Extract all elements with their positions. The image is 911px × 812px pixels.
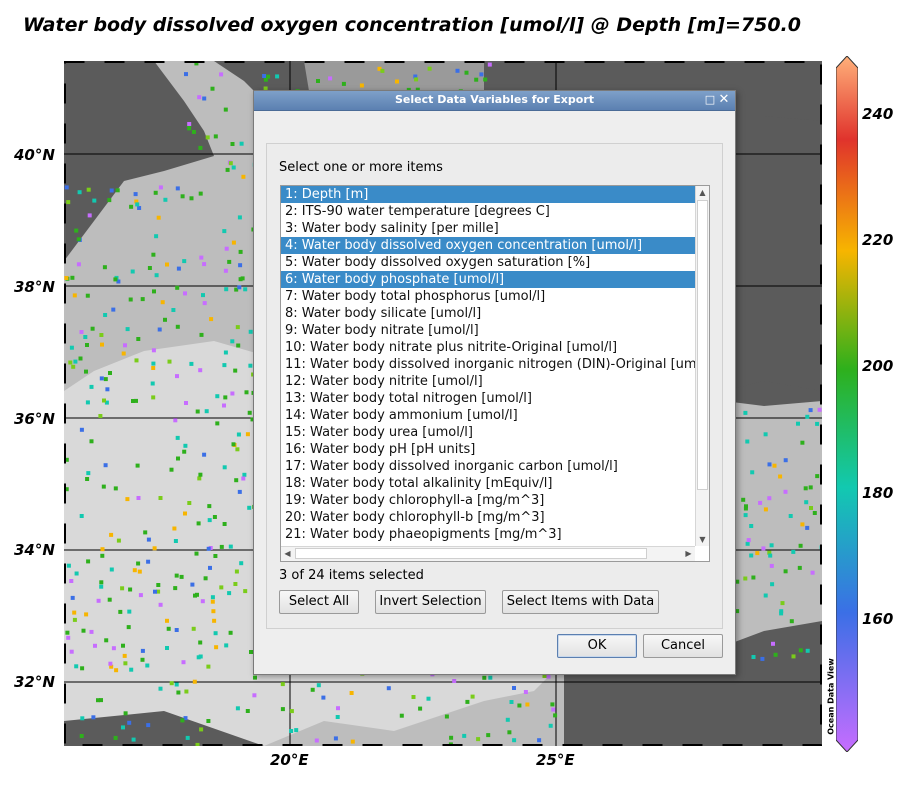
list-item[interactable]: 17: Water body dissolved inorganic carbo… [281, 458, 695, 475]
list-item[interactable]: 21: Water body phaeopigments [mg/m^3] [281, 526, 695, 543]
list-item[interactable]: 11: Water body dissolved inorganic nitro… [281, 356, 695, 373]
colorbar-tick-240: 240 [862, 105, 894, 123]
list-item[interactable]: 3: Water body salinity [per mille] [281, 220, 695, 237]
list-item[interactable]: 15: Water body urea [umol/l] [281, 424, 695, 441]
dialog-title: Select Data Variables for Export [394, 93, 595, 106]
horizontal-scroll-thumb[interactable] [295, 548, 647, 559]
dialog-titlebar[interactable]: Select Data Variables for Export □ ✕ [254, 91, 735, 111]
select-with-data-button[interactable]: Select Items with Data [502, 590, 659, 614]
lat-label-34n: 34°N [14, 541, 55, 559]
lat-label-38n: 38°N [14, 278, 55, 296]
list-item[interactable]: 8: Water body silicate [umol/l] [281, 305, 695, 322]
list-item[interactable]: 10: Water body nitrate plus nitrite-Orig… [281, 339, 695, 356]
cancel-button[interactable]: Cancel [643, 634, 723, 658]
scroll-up-icon[interactable]: ▲ [696, 186, 709, 199]
list-item[interactable]: 7: Water body total phosphorus [umol/l] [281, 288, 695, 305]
maximize-icon[interactable]: □ [704, 94, 716, 106]
lat-label-36n: 36°N [14, 410, 55, 428]
list-items: 1: Depth [m] 2: ITS-90 water temperature… [281, 186, 695, 546]
lon-label-20e: 20°E [270, 751, 309, 769]
lon-label-25e: 25°E [536, 751, 575, 769]
lat-label-32n: 32°N [14, 673, 55, 691]
colorbar-tick-200: 200 [862, 357, 894, 375]
vertical-scrollbar[interactable]: ▲ ▼ [695, 186, 709, 546]
list-item[interactable]: 1: Depth [m] [281, 186, 695, 203]
scroll-right-icon[interactable]: ▶ [682, 547, 695, 560]
colorbar-tick-180: 180 [862, 484, 894, 502]
lat-label-40n: 40°N [14, 146, 55, 164]
select-prompt: Select one or more items [279, 160, 443, 175]
invert-selection-button[interactable]: Invert Selection [375, 590, 486, 614]
list-item[interactable]: 4: Water body dissolved oxygen concentra… [281, 237, 695, 254]
select-all-button[interactable]: Select All [279, 590, 359, 614]
selection-status: 3 of 24 items selected [279, 568, 424, 583]
export-dialog: Select Data Variables for Export □ ✕ Sel… [253, 90, 736, 675]
list-item[interactable]: 9: Water body nitrate [umol/l] [281, 322, 695, 339]
scroll-down-icon[interactable]: ▼ [696, 533, 709, 546]
list-item[interactable]: 12: Water body nitrite [umol/l] [281, 373, 695, 390]
vertical-scroll-thumb[interactable] [697, 200, 708, 490]
variables-list[interactable]: 1: Depth [m] 2: ITS-90 water temperature… [280, 185, 710, 562]
close-icon[interactable]: ✕ [718, 93, 730, 106]
colorbar [835, 55, 859, 753]
list-item[interactable]: 20: Water body chlorophyll-b [mg/m^3] [281, 509, 695, 526]
chart-title: Water body dissolved oxygen concentratio… [23, 14, 801, 36]
ok-button[interactable]: OK [557, 634, 637, 658]
list-item[interactable]: 6: Water body phosphate [umol/l] [281, 271, 695, 288]
colorbar-tick-220: 220 [862, 231, 894, 249]
horizontal-scrollbar[interactable]: ◀ ▶ [281, 546, 695, 561]
list-item[interactable]: 16: Water body pH [pH units] [281, 441, 695, 458]
list-item[interactable]: 14: Water body ammonium [umol/l] [281, 407, 695, 424]
selection-panel: Select one or more items 1: Depth [m] 2:… [266, 143, 723, 629]
list-item[interactable]: 2: ITS-90 water temperature [degrees C] [281, 203, 695, 220]
list-item[interactable]: 13: Water body total nitrogen [umol/l] [281, 390, 695, 407]
list-item[interactable]: 19: Water body chlorophyll-a [mg/m^3] [281, 492, 695, 509]
colorbar-tick-160: 160 [862, 610, 894, 628]
list-item[interactable]: 5: Water body dissolved oxygen saturatio… [281, 254, 695, 271]
scroll-left-icon[interactable]: ◀ [281, 547, 294, 560]
list-item[interactable]: 18: Water body total alkalinity [mEquiv/… [281, 475, 695, 492]
odv-credit: Ocean Data View [826, 658, 836, 735]
